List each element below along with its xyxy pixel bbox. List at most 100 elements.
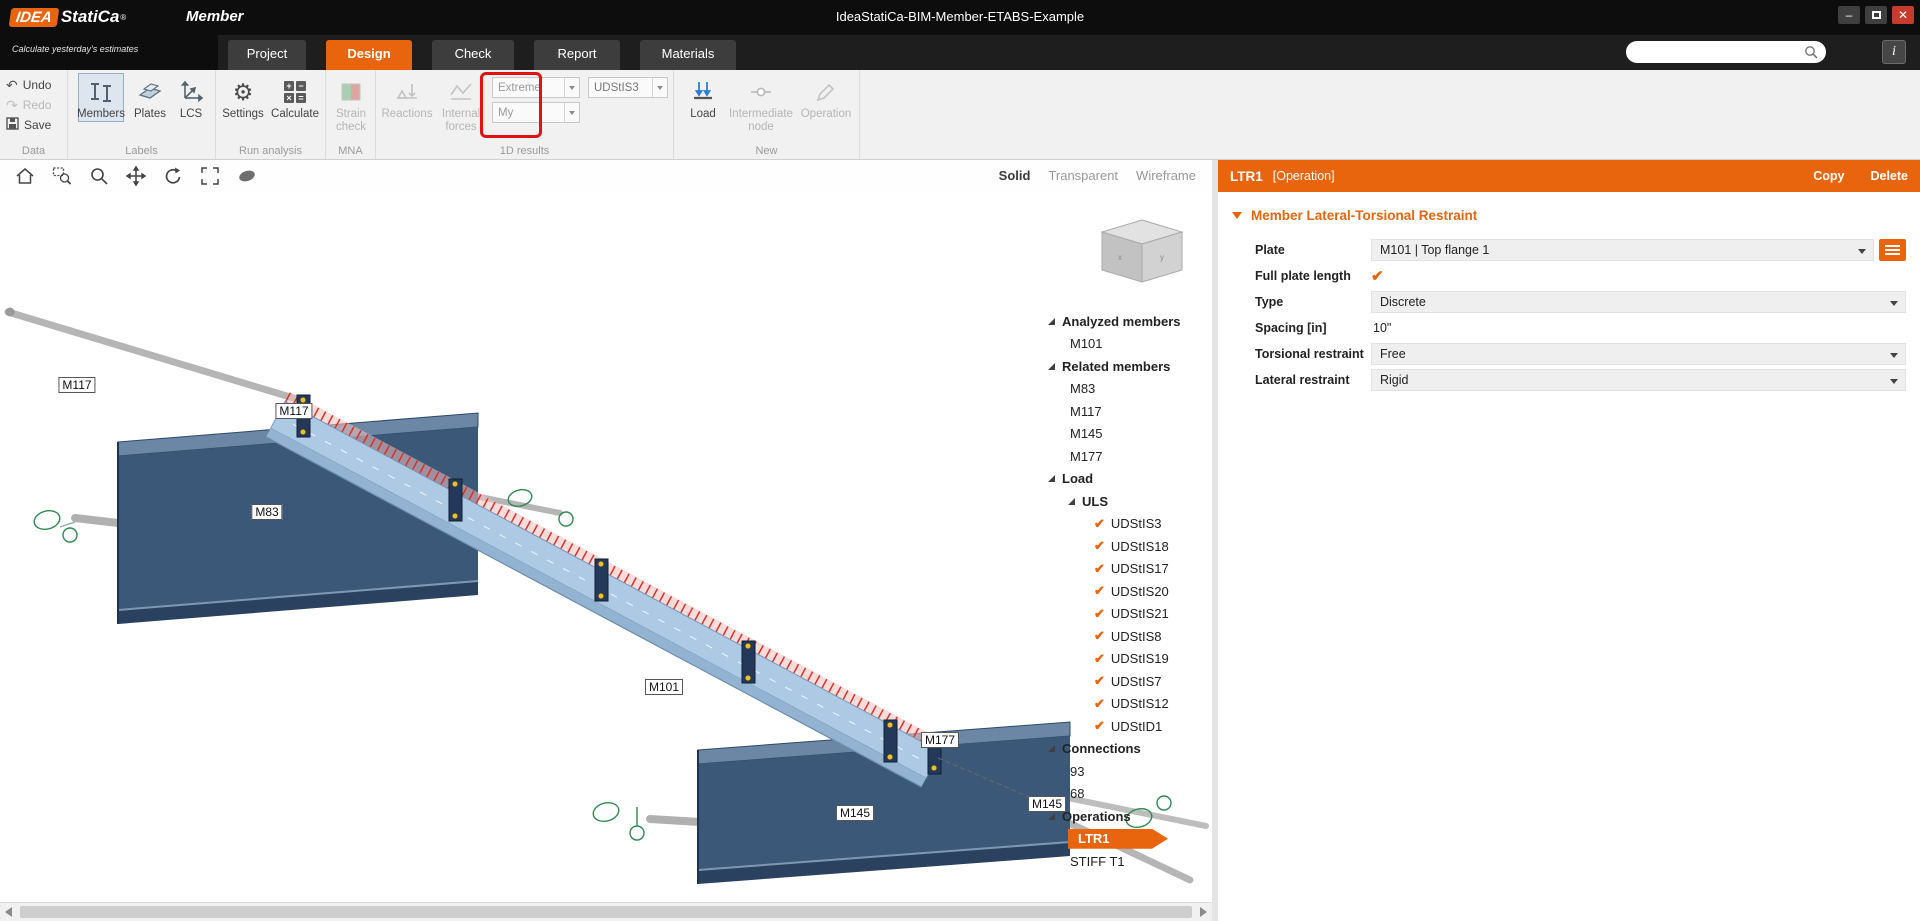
member-label-m145[interactable]: M145 bbox=[836, 805, 874, 821]
tree-loadcase-udstis8[interactable]: ✔UDStIS8 bbox=[1048, 625, 1198, 648]
tree-item-ltr1-selected[interactable]: LTR1 bbox=[1048, 828, 1198, 851]
tree-item-m101[interactable]: M101 bbox=[1048, 333, 1198, 356]
settings-button[interactable]: ⚙ Settings bbox=[220, 73, 266, 122]
type-dropdown[interactable]: Discrete bbox=[1371, 291, 1906, 313]
plate-dropdown[interactable]: M101 | Top flange 1 bbox=[1371, 239, 1874, 261]
rotate-icon[interactable] bbox=[162, 165, 184, 187]
tree-loadcase-udstis18[interactable]: ✔UDStIS18 bbox=[1048, 535, 1198, 558]
spacing-input[interactable]: 10" bbox=[1371, 321, 1391, 335]
expander-icon[interactable] bbox=[1048, 475, 1055, 482]
expander-icon[interactable] bbox=[1068, 498, 1075, 505]
tree-group-related-members[interactable]: Related members bbox=[1048, 355, 1198, 378]
tree-item-connection-93[interactable]: 93 bbox=[1048, 760, 1198, 783]
minimize-button[interactable]: – bbox=[1838, 6, 1860, 24]
section-header-ltr[interactable]: Member Lateral-Torsional Restraint bbox=[1232, 208, 1906, 223]
checkbox-checked-icon[interactable]: ✔ bbox=[1094, 538, 1105, 554]
member-m117-axis[interactable] bbox=[8, 312, 300, 400]
save-button[interactable]: Save bbox=[0, 115, 67, 135]
tab-design[interactable]: Design bbox=[326, 40, 412, 70]
zoom-icon[interactable] bbox=[88, 165, 110, 187]
stub-member-m145[interactable] bbox=[650, 819, 700, 822]
member-label-m117[interactable]: M117 bbox=[58, 377, 95, 393]
tree-group-load[interactable]: Load bbox=[1048, 468, 1198, 491]
tree-group-operations[interactable]: Operations bbox=[1048, 805, 1198, 828]
stub-member-m83[interactable] bbox=[75, 518, 118, 523]
tree-item-m83[interactable]: M83 bbox=[1048, 378, 1198, 401]
tree-loadcase-udstis12[interactable]: ✔UDStIS12 bbox=[1048, 693, 1198, 716]
checkbox-checked-icon[interactable]: ✔ bbox=[1094, 673, 1105, 689]
scroll-left-icon[interactable] bbox=[5, 907, 12, 917]
lcs-toggle-button[interactable]: LCS bbox=[172, 73, 210, 122]
pan-icon[interactable] bbox=[125, 165, 147, 187]
info-button[interactable]: i bbox=[1882, 40, 1906, 64]
tab-report[interactable]: Report bbox=[534, 40, 620, 70]
expander-icon[interactable] bbox=[1048, 745, 1055, 752]
search-box[interactable] bbox=[1626, 41, 1826, 63]
new-load-button[interactable]: Load bbox=[682, 73, 724, 122]
members-toggle-button[interactable]: Members bbox=[78, 73, 124, 122]
tree-group-connections[interactable]: Connections bbox=[1048, 738, 1198, 761]
expander-icon[interactable] bbox=[1048, 363, 1055, 370]
expander-icon[interactable] bbox=[1048, 318, 1055, 325]
member-label-m101[interactable]: M101 bbox=[645, 679, 683, 695]
tab-materials[interactable]: Materials bbox=[640, 40, 736, 70]
tree-loadcase-udstis21[interactable]: ✔UDStIS21 bbox=[1048, 603, 1198, 626]
mode-wireframe[interactable]: Wireframe bbox=[1136, 168, 1196, 183]
plate-select-button[interactable] bbox=[1879, 239, 1906, 261]
tree-group-analyzed-members[interactable]: Analyzed members bbox=[1048, 310, 1198, 333]
tree-item-m117[interactable]: M117 bbox=[1048, 400, 1198, 423]
tree-loadcase-udstis20[interactable]: ✔UDStIS20 bbox=[1048, 580, 1198, 603]
copy-button[interactable]: Copy bbox=[1813, 169, 1844, 183]
zoom-fit-icon[interactable] bbox=[199, 165, 221, 187]
tab-check[interactable]: Check bbox=[432, 40, 514, 70]
tree-item-m177[interactable]: M177 bbox=[1048, 445, 1198, 468]
navigation-cube[interactable]: x y bbox=[1102, 220, 1182, 282]
plates-toggle-button[interactable]: Plates bbox=[130, 73, 170, 122]
tab-project[interactable]: Project bbox=[228, 40, 306, 70]
lateral-restraint-dropdown[interactable]: Rigid bbox=[1371, 369, 1906, 391]
selected-item-highlight[interactable]: LTR1 bbox=[1068, 829, 1168, 849]
lateral-restraint-label: Lateral restraint bbox=[1255, 373, 1371, 387]
member-label-m177[interactable]: M177 bbox=[921, 732, 959, 748]
checkbox-checked-icon[interactable]: ✔ bbox=[1094, 651, 1105, 667]
search-input[interactable] bbox=[1626, 45, 1804, 59]
tree-item-m145[interactable]: M145 bbox=[1048, 423, 1198, 446]
zoom-window-icon[interactable] bbox=[51, 165, 73, 187]
undo-button[interactable]: ↶ Undo bbox=[0, 75, 67, 95]
expander-icon[interactable] bbox=[1048, 813, 1055, 820]
redo-icon: ↷ bbox=[6, 98, 18, 112]
tree-loadcase-udstis3[interactable]: ✔UDStIS3 bbox=[1048, 513, 1198, 536]
3d-viewport[interactable]: x y M117 M117 M83 M101 M177 M145 M145 An… bbox=[0, 192, 1212, 902]
checkbox-checked-icon[interactable]: ✔ bbox=[1094, 583, 1105, 599]
checkbox-checked-icon[interactable]: ✔ bbox=[1094, 718, 1105, 734]
checkbox-checked-icon[interactable]: ✔ bbox=[1094, 696, 1105, 712]
checkbox-checked-icon[interactable]: ✔ bbox=[1094, 606, 1105, 622]
member-label-m83[interactable]: M83 bbox=[251, 504, 282, 520]
collapse-triangle-icon[interactable] bbox=[1232, 212, 1242, 219]
scrollbar-thumb[interactable] bbox=[20, 906, 1192, 918]
torsional-restraint-dropdown[interactable]: Free bbox=[1371, 343, 1906, 365]
tree-loadcase-udstid1[interactable]: ✔UDStID1 bbox=[1048, 715, 1198, 738]
maximize-button[interactable] bbox=[1865, 6, 1887, 24]
tree-item-stiff-t1[interactable]: STIFF T1 bbox=[1048, 850, 1198, 873]
close-button[interactable]: ✕ bbox=[1892, 6, 1914, 24]
member-label-m117[interactable]: M117 bbox=[275, 403, 312, 419]
checkbox-checked-icon[interactable]: ✔ bbox=[1371, 267, 1384, 285]
home-view-icon[interactable] bbox=[14, 165, 36, 187]
tree-loadcase-udstis7[interactable]: ✔UDStIS7 bbox=[1048, 670, 1198, 693]
tree-item-connection-68[interactable]: 68 bbox=[1048, 783, 1198, 806]
calculate-button[interactable]: +−×= Calculate bbox=[268, 73, 322, 122]
properties-header: LTR1 [Operation] Copy Delete bbox=[1218, 160, 1920, 192]
tree-loadcase-udstis17[interactable]: ✔UDStIS17 bbox=[1048, 558, 1198, 581]
tree-group-uls[interactable]: ULS bbox=[1048, 490, 1198, 513]
delete-button[interactable]: Delete bbox=[1870, 169, 1908, 183]
scroll-right-icon[interactable] bbox=[1200, 907, 1207, 917]
horizontal-scrollbar[interactable] bbox=[0, 902, 1212, 921]
checkbox-checked-icon[interactable]: ✔ bbox=[1094, 516, 1105, 532]
tree-loadcase-udstis19[interactable]: ✔UDStIS19 bbox=[1048, 648, 1198, 671]
clipping-plane-icon[interactable] bbox=[236, 165, 258, 187]
mode-transparent[interactable]: Transparent bbox=[1048, 168, 1118, 183]
checkbox-checked-icon[interactable]: ✔ bbox=[1094, 561, 1105, 577]
mode-solid[interactable]: Solid bbox=[999, 168, 1031, 183]
checkbox-checked-icon[interactable]: ✔ bbox=[1094, 628, 1105, 644]
